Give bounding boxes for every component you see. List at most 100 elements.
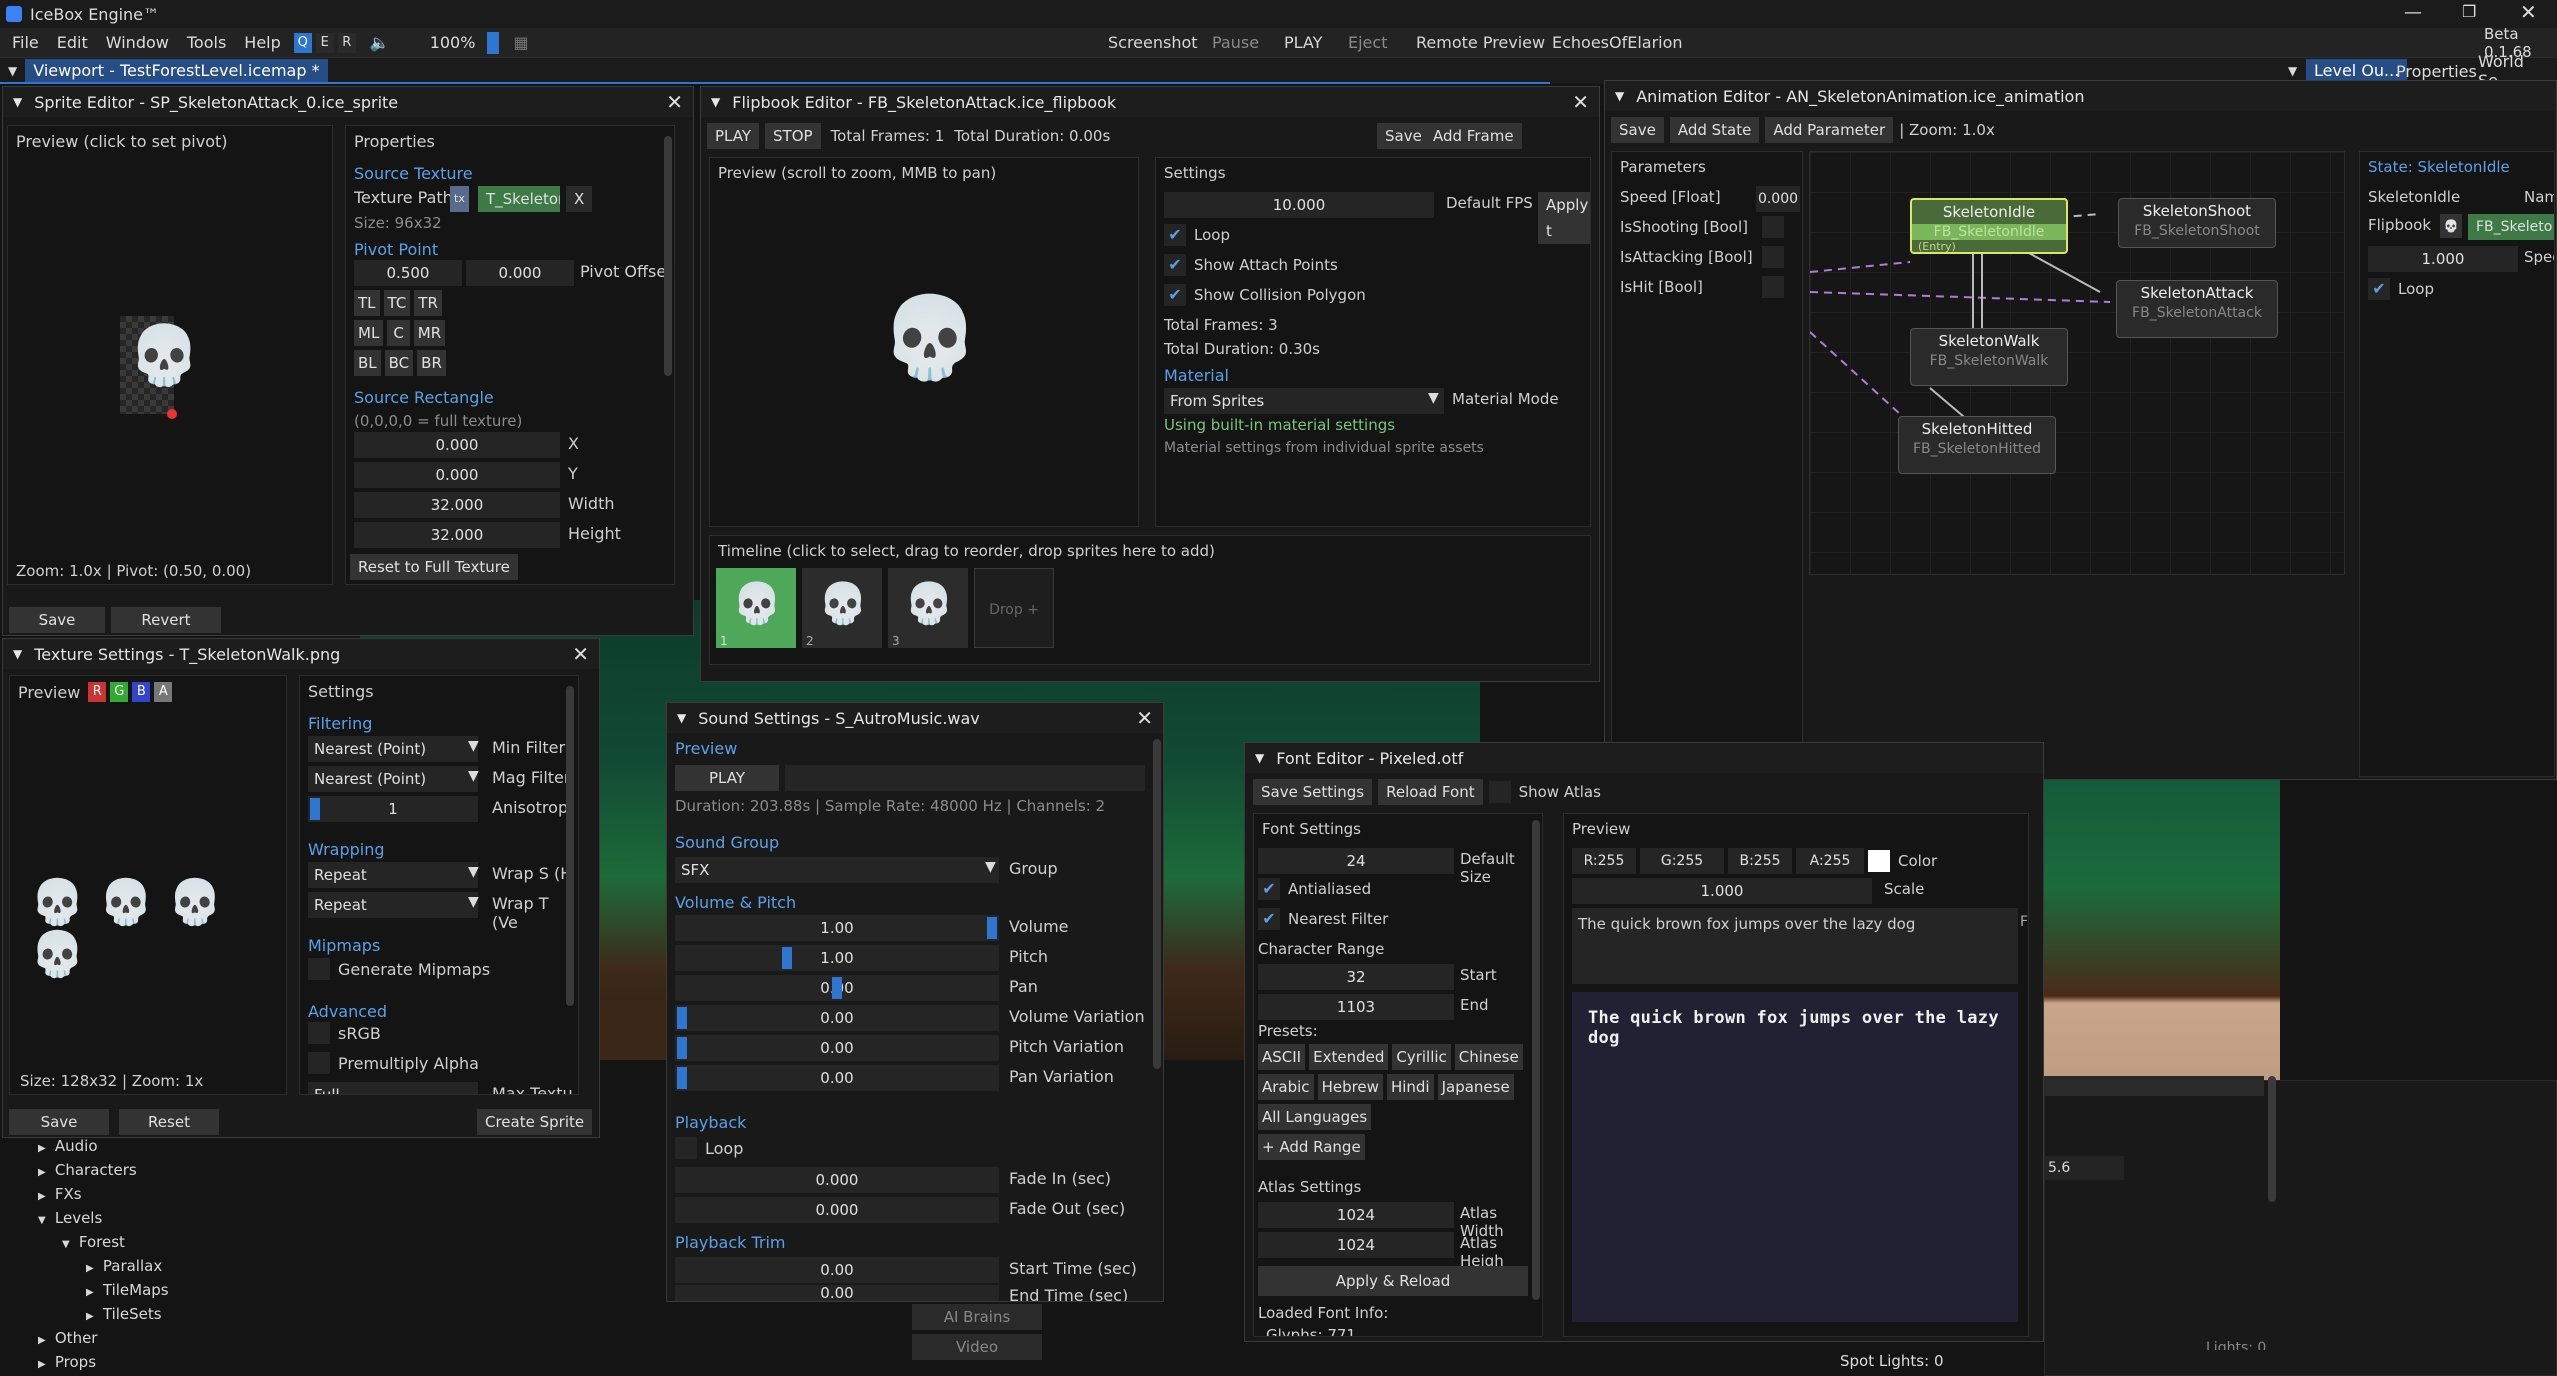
channel-a-button[interactable]: A [154,682,173,702]
anchor-c-button[interactable]: C [387,320,410,346]
pivot-marker[interactable] [167,409,177,419]
max-texture-select[interactable]: Full [308,1082,478,1094]
font-editor-header[interactable]: ▼ Font Editor - Pixeled.otf [1245,743,2043,773]
checkbox-box[interactable] [675,1137,697,1159]
collapse-icon[interactable]: ▼ [13,647,22,661]
dropdown-arrow-icon[interactable]: ▼ [1428,390,1439,406]
sprite-preview-panel[interactable]: Preview (click to set pivot) 💀 Zoom: 1.0… [7,125,333,585]
param-speed-value[interactable]: 0.000 [1756,186,1800,212]
sound-settings-header[interactable]: ▼ Sound Settings - S_AutroMusic.wav ✕ [667,703,1163,733]
chevron-right-icon[interactable]: ▶ [38,1167,49,1178]
add-parameter-button[interactable]: Add Parameter [1765,117,1894,143]
play-button[interactable]: PLAY [1272,28,1334,58]
eject-button[interactable]: Eject [1336,28,1399,58]
sound-progress[interactable] [785,765,1145,791]
flipbook-type-icon[interactable]: 💀 [2440,214,2462,238]
state-node-idle[interactable]: SkeletonIdle FB_SkeletonIdle (Entry) [1910,198,2068,254]
param-ishit[interactable]: IsHit [Bool] [1620,278,1703,296]
sound-scrollbar[interactable] [1153,739,1161,1069]
color-b-field[interactable]: B:255 [1728,848,1792,874]
check-icon[interactable]: ✔ [1164,284,1186,306]
material-mode-select[interactable]: From Sprites [1164,388,1444,414]
sound-param-slider[interactable]: 1.00 [675,915,999,941]
flipbook-preview-panel[interactable]: Preview (scroll to zoom, MMB to pan) 💀 [709,157,1139,527]
preset-japanese-button[interactable]: Japanese [1437,1074,1514,1100]
tree-item[interactable]: ▶ TileSets [30,1302,330,1326]
dropdown-arrow-icon[interactable]: ▼ [468,864,479,880]
chevron-right-icon[interactable]: ▶ [86,1287,97,1298]
channel-r-button[interactable]: R [88,682,107,702]
state-node-shoot[interactable]: SkeletonShoot FB_SkeletonShoot [2118,198,2276,248]
chevron-right-icon[interactable]: ▶ [86,1263,97,1274]
color-a-field[interactable]: A:255 [1796,848,1864,874]
tree-item[interactable]: ▶ Characters [30,1158,330,1182]
sprite-editor-header[interactable]: ▼ Sprite Editor - SP_SkeletonAttack_0.ic… [3,87,693,117]
add-frame-button[interactable]: Add Frame [1425,123,1522,149]
close-icon[interactable]: ✕ [572,642,589,666]
sound-group-select[interactable]: SFX [675,857,999,883]
anim-save-button[interactable]: Save [1611,117,1664,143]
min-filter-select[interactable]: Nearest (Point) [308,736,478,762]
anchor-tc-button[interactable]: TC [383,290,411,316]
texture-asset-field[interactable]: T_Skeleton [478,186,560,212]
rect-height-field[interactable]: 32.000 [354,522,560,548]
tree-item[interactable]: ▼ Forest [30,1230,330,1254]
flipbook-stop-button[interactable]: STOP [765,123,821,149]
pivot-x-field[interactable]: 0.500 [354,260,462,286]
reset-full-texture-button[interactable]: Reset to Full Texture [350,554,518,580]
timeline-frame[interactable]: 💀 1 [716,568,796,648]
sound-play-button[interactable]: PLAY [675,765,779,791]
antialiased-checkbox[interactable]: ✔ Antialiased [1258,878,1371,900]
properties-scrollbar[interactable] [664,136,672,376]
show-atlas-checkbox[interactable]: Show Atlas [1488,781,1601,803]
volume-slider[interactable] [487,31,500,54]
start-time-field[interactable]: 0.00 [675,1257,999,1283]
chevron-right-icon[interactable]: ▶ [86,1311,97,1322]
anchor-ml-button[interactable]: ML [354,320,384,346]
premultiply-checkbox[interactable]: Premultiply Alpha [308,1052,479,1074]
slider-grab[interactable] [677,1037,687,1059]
check-icon[interactable]: ✔ [1258,878,1280,900]
menu-file[interactable]: File [0,28,48,58]
collapse-icon[interactable]: ▼ [711,95,720,109]
remote-preview-button[interactable]: Remote Preview [1404,28,1557,58]
state-loop-checkbox[interactable]: ✔ Loop [2368,278,2434,300]
dropdown-arrow-icon[interactable]: ▼ [468,894,479,910]
checkbox-box[interactable] [308,958,330,980]
tree-item[interactable]: ▶ Props [30,1350,330,1374]
speaker-icon[interactable]: 🔈 [370,33,390,52]
drop-zone[interactable]: Drop + [974,568,1054,648]
attach-points-checkbox[interactable]: ✔ Show Attach Points [1164,254,1338,276]
close-icon[interactable]: ✕ [1572,90,1589,114]
tree-item[interactable]: ▶ Other [30,1326,330,1350]
param-isattacking-checkbox[interactable] [1762,246,1784,268]
preset-arabic-button[interactable]: Arabic [1258,1074,1314,1100]
slider-grab[interactable] [677,1007,687,1029]
preset-extended-button[interactable]: Extended [1309,1044,1389,1070]
channel-b-button[interactable]: B [132,682,151,702]
range-end-field[interactable]: 1103 [1258,994,1454,1020]
rect-x-field[interactable]: 0.000 [354,432,560,458]
tab-properties[interactable]: Properties [2396,62,2477,81]
animation-editor-header[interactable]: ▼ Animation Editor - AN_SkeletonAnimatio… [1605,81,2556,111]
clear-texture-button[interactable]: X [566,186,593,212]
channel-g-button[interactable]: G [110,682,129,702]
collapse-icon[interactable]: ▼ [677,711,686,725]
param-isshooting-checkbox[interactable] [1762,216,1784,238]
dropdown-arrow-icon[interactable]: ▼ [985,859,996,875]
mode-q-button[interactable]: Q [293,32,312,53]
state-graph-canvas[interactable]: SkeletonIdle FB_SkeletonIdle (Entry) Ske… [1809,151,2345,575]
create-sprite-button[interactable]: Create Sprite [477,1109,593,1135]
video-item[interactable]: Video [912,1334,1042,1360]
menu-window[interactable]: Window [97,28,178,58]
wrap-s-select[interactable]: Repeat [308,862,478,888]
srgb-checkbox[interactable]: sRGB [308,1022,381,1044]
viewport-tab[interactable]: Viewport - TestForestLevel.icemap * [25,59,328,83]
wrap-t-select[interactable]: Repeat [308,892,478,918]
check-icon[interactable]: ✔ [1164,254,1186,276]
add-range-button[interactable]: + Add Range [1258,1134,1365,1160]
apply-fps-button[interactable]: Apply t [1538,192,1590,244]
sound-param-slider[interactable]: 1.00 [675,945,999,971]
range-start-field[interactable]: 32 [1258,964,1454,990]
texture-save-button[interactable]: Save [9,1109,109,1135]
